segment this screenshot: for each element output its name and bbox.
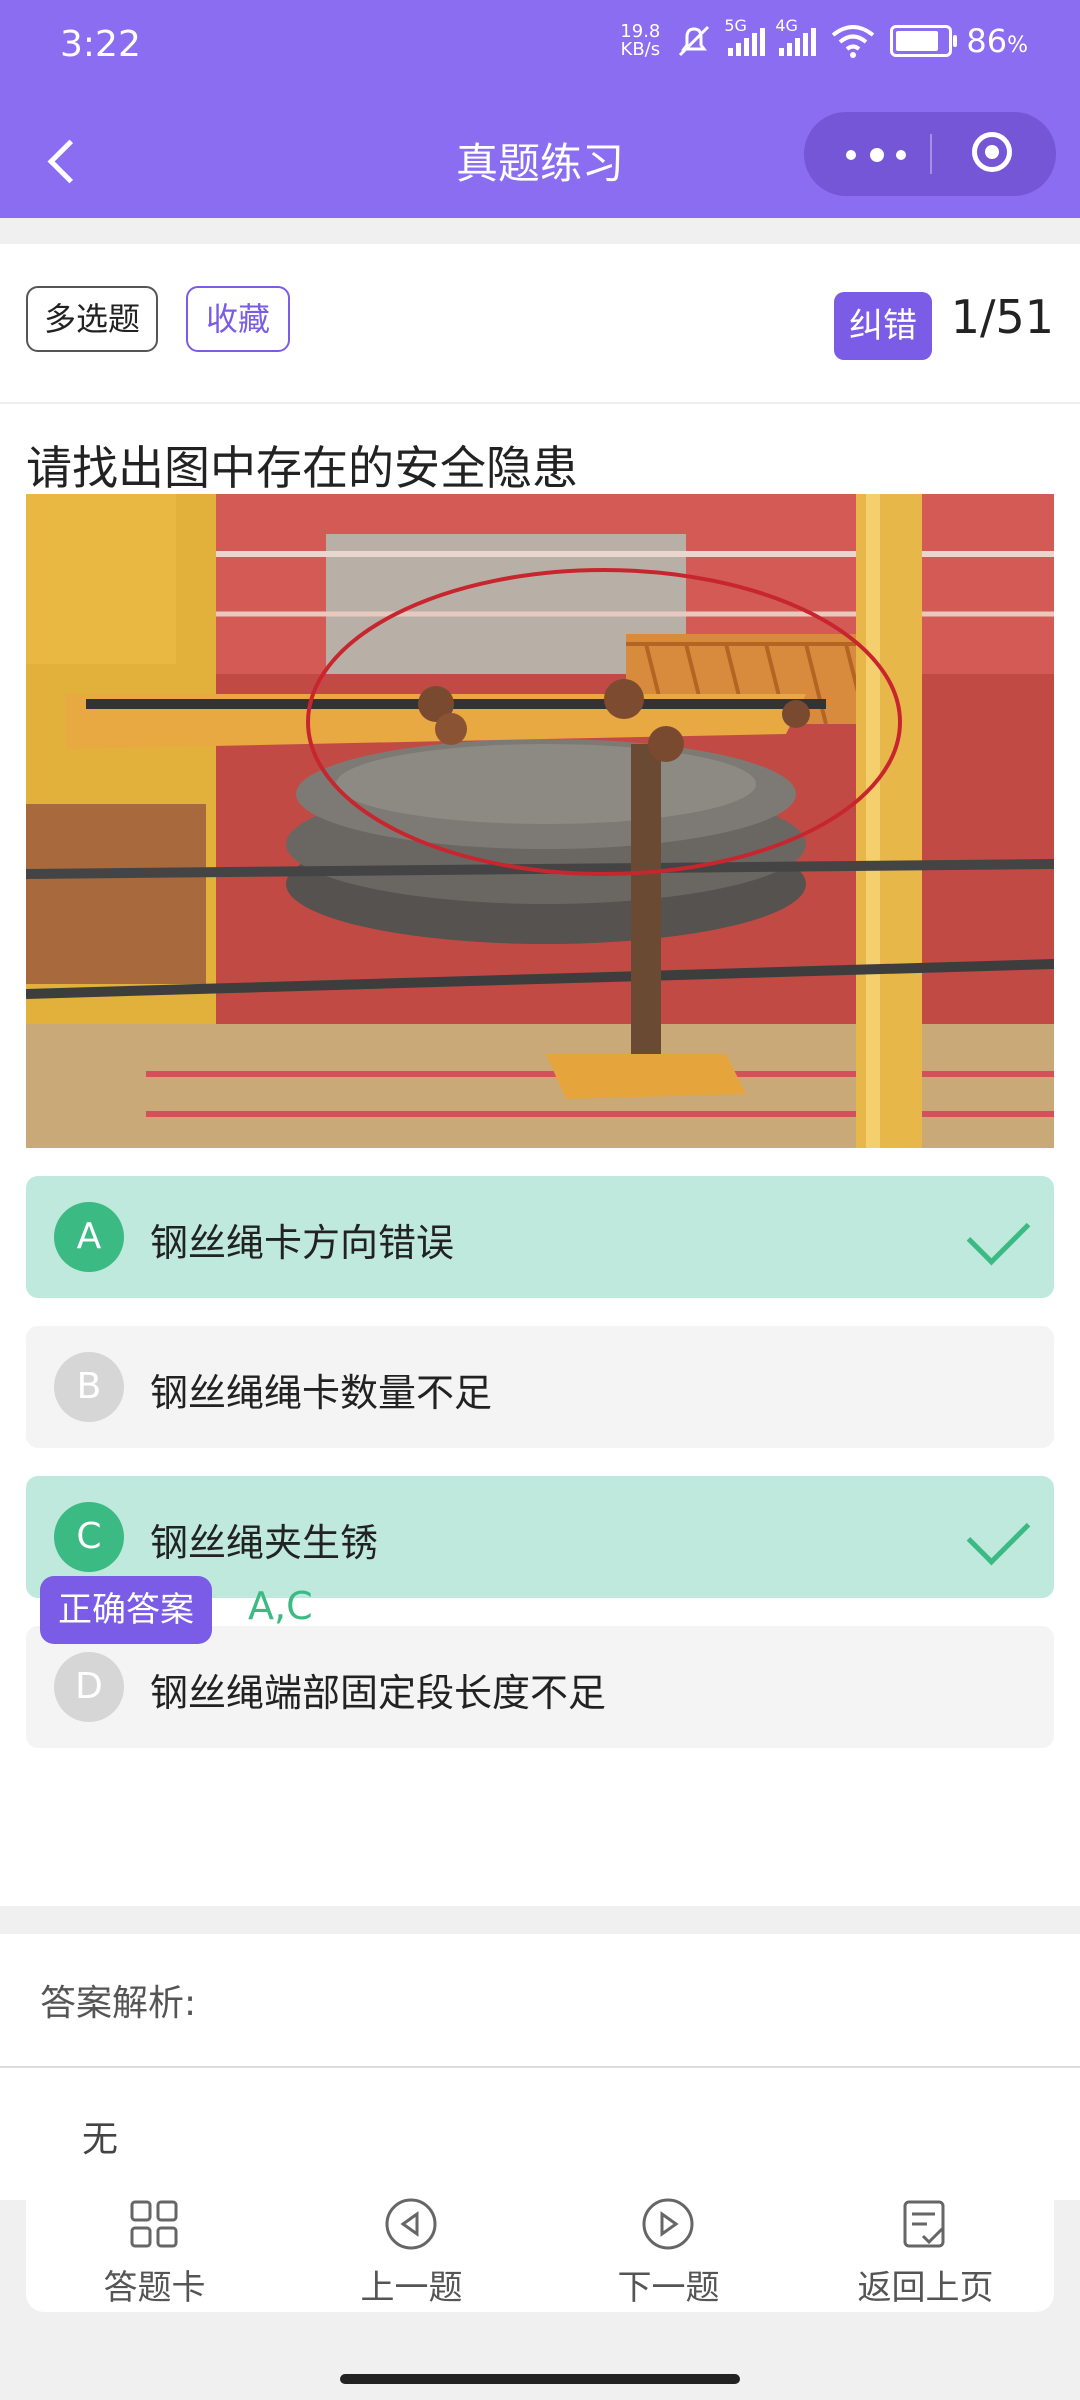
mute-bell-icon xyxy=(679,25,710,57)
tab-label: 下一题 xyxy=(617,2268,720,2308)
option-b[interactable]: B 钢丝绳绳卡数量不足 xyxy=(26,1326,1054,1448)
analysis-section: 答案解析: 无 xyxy=(0,1934,1080,2200)
question-type-tag: 多选题 xyxy=(26,286,158,352)
favorite-button[interactable]: 收藏 xyxy=(186,286,290,352)
prev-icon xyxy=(385,2198,437,2250)
question-image xyxy=(26,494,1054,1148)
option-letter: B xyxy=(54,1352,124,1422)
return-page-button[interactable]: 返回上页 xyxy=(797,2196,1054,2312)
analysis-text: 无 xyxy=(82,2119,119,2160)
analysis-label: 答案解析: xyxy=(40,1983,197,2024)
signal-4g-icon: 4G xyxy=(775,16,817,56)
answer-card-button[interactable]: 答题卡 xyxy=(26,2196,283,2312)
battery-percent: 86% xyxy=(966,22,1028,60)
top-header: 3:22 19.8 KB/s 5G 4G 86% 真题练习 xyxy=(0,0,1080,218)
tab-label: 上一题 xyxy=(360,2268,463,2308)
option-letter: C xyxy=(54,1502,124,1572)
return-icon xyxy=(903,2200,945,2248)
option-text: 钢丝绳端部固定段长度不足 xyxy=(150,1671,607,1715)
correct-answer-badge: 正确答案 xyxy=(40,1576,212,1644)
battery-icon xyxy=(890,25,958,57)
divider xyxy=(0,2066,1080,2068)
correct-answer-value: A,C xyxy=(248,1584,313,1628)
next-question-button[interactable]: 下一题 xyxy=(540,2196,797,2312)
option-d[interactable]: D 钢丝绳端部固定段长度不足 xyxy=(26,1626,1054,1748)
next-icon xyxy=(642,2198,694,2250)
signal-5g-icon: 5G xyxy=(724,16,766,56)
report-error-button[interactable]: 纠错 xyxy=(834,292,932,360)
tab-label: 返回上页 xyxy=(857,2268,994,2308)
grid-icon xyxy=(130,2200,178,2248)
home-indicator[interactable] xyxy=(340,2374,740,2384)
prev-question-button[interactable]: 上一题 xyxy=(283,2196,540,2312)
option-text: 钢丝绳夹生锈 xyxy=(150,1521,379,1565)
option-letter: A xyxy=(54,1202,124,1272)
question-text: 请找出图中存在的安全隐患 xyxy=(26,441,578,495)
question-header: 多选题 收藏 纠错 1/51 xyxy=(0,244,1080,404)
status-bar: 3:22 19.8 KB/s 5G 4G 86% xyxy=(0,0,1080,100)
bottom-action-bar: 答题卡 上一题 下一题 返回上页 xyxy=(26,2196,1054,2312)
status-icons: 19.8 KB/s 5G 4G 86% xyxy=(620,16,1028,60)
question-counter: 1/51 xyxy=(950,290,1054,344)
option-text: 钢丝绳卡方向错误 xyxy=(150,1221,455,1265)
option-a[interactable]: A 钢丝绳卡方向错误 xyxy=(26,1176,1054,1298)
option-letter: D xyxy=(54,1652,124,1722)
wifi-icon xyxy=(832,25,875,58)
more-dots-icon[interactable] xyxy=(838,132,918,176)
option-text: 钢丝绳绳卡数量不足 xyxy=(150,1371,493,1415)
target-icon[interactable] xyxy=(972,132,1012,172)
mini-program-capsule xyxy=(804,112,1056,196)
question-card: 多选题 收藏 纠错 1/51 请找出图中存在的安全隐患 A 钢丝绳卡方向错误 B… xyxy=(0,244,1080,1906)
net-speed: 19.8 KB/s xyxy=(620,21,661,60)
tab-label: 答题卡 xyxy=(103,2268,206,2308)
nav-bar: 真题练习 xyxy=(0,108,1080,218)
status-time: 3:22 xyxy=(60,24,141,65)
check-icon xyxy=(966,1201,1031,1266)
check-icon xyxy=(966,1501,1031,1566)
